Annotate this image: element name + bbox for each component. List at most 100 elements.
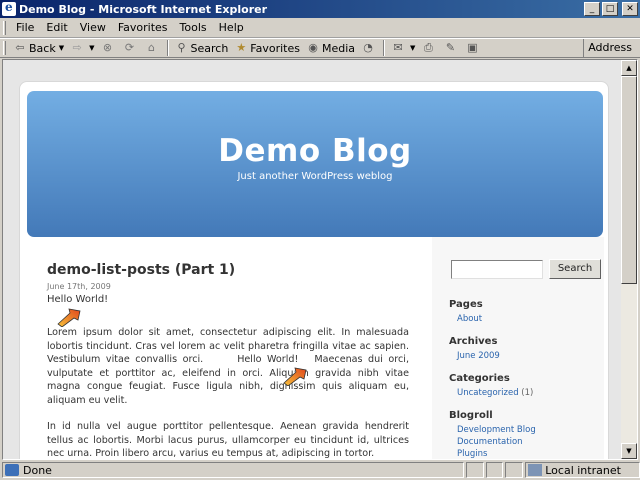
sidebar-search-input[interactable] <box>451 259 543 279</box>
address-label: Address <box>583 39 640 57</box>
home-icon: ⌂ <box>148 41 155 54</box>
browser-viewport: Demo Blog Just another WordPress weblog … <box>2 59 638 460</box>
search-label: Search <box>190 41 229 55</box>
blog-header: Demo Blog Just another WordPress weblog <box>27 91 603 237</box>
search-button[interactable]: ⚲ Search <box>172 39 232 57</box>
search-icon: ⚲ <box>177 41 186 54</box>
categories-heading: Categories <box>449 373 510 384</box>
blogroll-heading: Blogroll <box>449 410 493 421</box>
category-link-uncategorized[interactable]: Uncategorized <box>457 388 519 398</box>
edit-button[interactable]: ✎ <box>440 39 462 57</box>
history-icon: ◔ <box>363 41 373 54</box>
post-title[interactable]: demo-list-posts (Part 1) <box>47 262 409 278</box>
back-dropdown-icon[interactable]: ▼ <box>59 44 64 52</box>
edit-icon: ✎ <box>445 41 456 54</box>
status-text-cell: Done <box>2 462 464 478</box>
blog-page: Demo Blog Just another WordPress weblog … <box>19 81 609 459</box>
status-pane <box>505 462 524 478</box>
refresh-icon: ⟳ <box>124 41 135 54</box>
local-intranet-icon <box>528 464 543 476</box>
archives-section: Archives June 2009 <box>449 336 500 361</box>
forward-button[interactable]: ⇨ ▼ <box>67 39 97 57</box>
scroll-down-button[interactable]: ▼ <box>621 443 637 459</box>
blog-description: Just another WordPress weblog <box>237 171 393 182</box>
close-button[interactable]: ✕ <box>622 2 638 16</box>
toolbar: ⇦ Back ▼ ⇨ ▼ ⊗ ⟳ ⌂ ⚲ Search ★ Favorites … <box>0 38 640 58</box>
post-body: Lorem ipsum dolor sit amet, consectetur … <box>47 326 409 459</box>
menu-bar: File Edit View Favorites Tools Help <box>0 18 640 38</box>
sidebar: Search Pages About Archives June 2009 Ca… <box>432 237 604 459</box>
toolbar-separator <box>166 40 169 56</box>
mail-button[interactable]: ✉ ▼ <box>388 39 418 57</box>
archive-link-june-2009[interactable]: June 2009 <box>457 351 500 361</box>
pages-section: Pages About <box>449 299 483 324</box>
mail-dropdown-icon[interactable]: ▼ <box>410 44 415 52</box>
pages-heading: Pages <box>449 299 483 310</box>
menu-edit[interactable]: Edit <box>40 21 73 34</box>
refresh-button[interactable]: ⟳ <box>120 39 142 57</box>
favorites-label: Favorites <box>250 41 300 55</box>
print-button[interactable]: ⎙ <box>418 39 440 57</box>
print-icon: ⎙ <box>424 41 433 54</box>
post-paragraph: Lorem ipsum dolor sit amet, consectetur … <box>47 326 409 407</box>
toolbar-separator <box>383 40 386 56</box>
post-paragraph: In id nulla vel augue porttitor pellente… <box>47 421 409 459</box>
blogroll-link-plugins[interactable]: Plugins <box>457 449 536 459</box>
home-button[interactable]: ⌂ <box>142 39 164 57</box>
ie-icon <box>2 0 16 16</box>
scroll-thumb[interactable] <box>621 76 637 284</box>
window-title: Demo Blog - Microsoft Internet Explorer <box>19 2 268 16</box>
menu-view[interactable]: View <box>74 21 112 34</box>
vertical-scrollbar[interactable]: ▲ ▼ <box>621 60 637 459</box>
archives-heading: Archives <box>449 336 498 347</box>
category-count: (1) <box>521 388 534 398</box>
post-date: June 17th, 2009 <box>47 282 111 291</box>
favorites-button[interactable]: ★ Favorites <box>231 39 303 57</box>
back-label: Back <box>29 41 56 55</box>
stop-button[interactable]: ⊗ <box>98 39 120 57</box>
toolbar-grip[interactable] <box>3 41 6 55</box>
page-link-about[interactable]: About <box>457 314 483 324</box>
sidebar-search-button[interactable]: Search <box>549 259 601 279</box>
category-item: Uncategorized (1) <box>457 388 533 398</box>
favorites-icon: ★ <box>236 41 247 54</box>
media-icon: ◉ <box>308 41 318 54</box>
menu-tools[interactable]: Tools <box>174 21 213 34</box>
media-label: Media <box>322 41 356 55</box>
pointer-cursor-icon <box>57 308 81 327</box>
menu-file[interactable]: File <box>10 21 40 34</box>
blog-title[interactable]: Demo Blog <box>27 133 603 169</box>
security-zone-text: Local intranet <box>545 463 621 477</box>
minimize-button[interactable]: _ <box>584 2 600 16</box>
search-form: Search <box>451 259 601 279</box>
forward-dropdown-icon[interactable]: ▼ <box>89 44 94 52</box>
status-text: Done <box>23 463 52 477</box>
blogroll-link-documentation[interactable]: Documentation <box>457 437 536 447</box>
menu-favorites[interactable]: Favorites <box>112 21 174 34</box>
back-button[interactable]: ⇦ Back ▼ <box>10 39 67 57</box>
history-button[interactable]: ◔ <box>358 39 380 57</box>
menu-help[interactable]: Help <box>213 21 250 34</box>
maximize-button[interactable]: □ <box>602 2 618 16</box>
messenger-icon: ▣ <box>467 41 478 54</box>
security-zone-cell: Local intranet <box>525 462 640 478</box>
messenger-button[interactable]: ▣ <box>462 39 484 57</box>
back-arrow-icon: ⇦ <box>15 41 25 54</box>
title-bar: Demo Blog - Microsoft Internet Explorer … <box>0 0 640 18</box>
blogroll-section: Blogroll Development Blog Documentation … <box>449 410 536 459</box>
status-bar: Done Local intranet <box>0 460 640 480</box>
blogroll-link-development-blog[interactable]: Development Blog <box>457 425 536 435</box>
status-pane <box>485 462 504 478</box>
forward-arrow-icon: ⇨ <box>72 41 82 54</box>
post-content: demo-list-posts (Part 1) June 17th, 2009… <box>47 262 409 459</box>
page-done-icon <box>5 464 19 476</box>
status-pane <box>465 462 484 478</box>
pointer-cursor-icon <box>283 367 307 386</box>
mail-icon: ✉ <box>393 41 403 54</box>
scroll-up-button[interactable]: ▲ <box>621 60 637 76</box>
post-hello-text: Hello World! <box>47 294 109 305</box>
stop-icon: ⊗ <box>102 41 113 54</box>
menubar-grip[interactable] <box>3 20 6 35</box>
categories-section: Categories Uncategorized (1) <box>449 373 533 398</box>
media-button[interactable]: ◉ Media <box>303 39 358 57</box>
